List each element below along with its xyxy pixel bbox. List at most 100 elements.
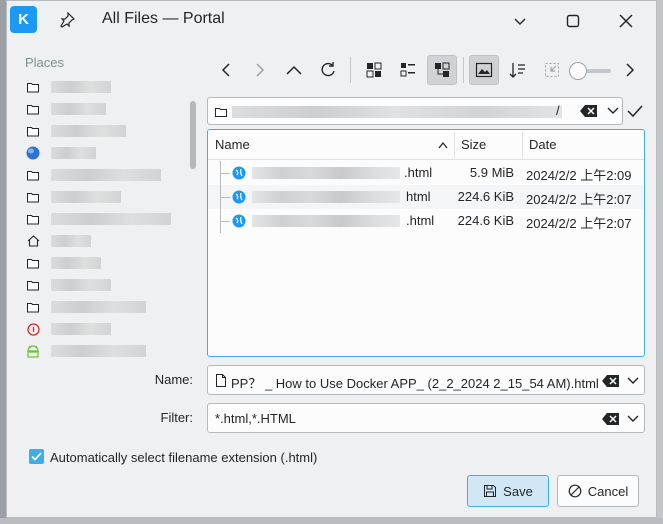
folder-icon: [26, 278, 40, 292]
file-row[interactable]: .html 224.6 KiB 2024/2/2 上午2:07: [208, 209, 644, 233]
folder-icon: [26, 300, 40, 314]
background-window-edge: [657, 0, 663, 518]
save-button-label: Save: [503, 483, 533, 499]
toolbar: [207, 53, 647, 87]
network-globe-icon: [26, 146, 40, 160]
parent-folder-icon[interactable]: [279, 55, 309, 85]
filename-combobox[interactable]: PP？ _ How to Use Docker APP_ (2_2_2024 2…: [207, 365, 645, 395]
cancel-icon: [568, 484, 582, 498]
clear-filter-icon[interactable]: [602, 412, 620, 426]
checkmark-icon: [31, 452, 42, 461]
location-path-blurred: [232, 106, 562, 118]
places-item[interactable]: [26, 165, 186, 185]
places-item-label-blurred: [51, 301, 146, 313]
places-title: Places: [25, 55, 65, 70]
filter-input[interactable]: *.html,*.HTML: [215, 411, 296, 426]
places-item-label-blurred: [51, 323, 111, 335]
save-button[interactable]: Save: [467, 475, 549, 507]
column-header-date[interactable]: Date: [522, 130, 644, 160]
places-item[interactable]: [26, 77, 186, 97]
zoom-slider-handle[interactable]: [569, 62, 587, 80]
column-header-name[interactable]: Name: [208, 130, 454, 160]
shrink-icon[interactable]: [537, 55, 567, 85]
cancel-button[interactable]: Cancel: [557, 475, 639, 507]
places-item[interactable]: [26, 231, 186, 251]
close-icon[interactable]: [615, 10, 637, 32]
icons-view-icon[interactable]: [359, 55, 389, 85]
compact-view-icon[interactable]: [393, 55, 423, 85]
android-icon: [26, 344, 40, 358]
home-icon: [26, 234, 40, 248]
places-item[interactable]: [26, 253, 186, 273]
file-date: 2024/2/2 上午2:09: [526, 168, 632, 183]
kde-app-icon[interactable]: K: [10, 6, 37, 33]
places-item-label-blurred: [51, 125, 126, 137]
filter-dropdown-icon[interactable]: [626, 412, 640, 426]
file-size: 5.9 MiB: [469, 165, 514, 180]
places-item[interactable]: [26, 319, 186, 339]
folder-icon: [26, 102, 40, 116]
places-item[interactable]: [26, 209, 186, 229]
places-item-label-blurred: [51, 147, 96, 159]
places-scrollbar[interactable]: [190, 101, 196, 169]
accept-location-icon[interactable]: [625, 101, 645, 121]
sort-icon[interactable]: [503, 55, 533, 85]
places-item[interactable]: [26, 121, 186, 141]
minimize-icon[interactable]: [509, 10, 531, 32]
more-icon[interactable]: [615, 55, 645, 85]
name-label: Name:: [154, 372, 193, 387]
preview-icon[interactable]: [469, 55, 499, 85]
save-icon: [484, 485, 497, 497]
clear-filename-icon[interactable]: [602, 374, 620, 388]
file-extension: .html: [404, 165, 433, 180]
folder-icon: [26, 124, 40, 138]
auto-extension-label[interactable]: Automatically select filename extension …: [50, 450, 317, 465]
places-item[interactable]: [26, 275, 186, 295]
document-icon: [216, 374, 226, 387]
places-item[interactable]: [26, 341, 186, 361]
maximize-icon[interactable]: [562, 10, 584, 32]
folder-icon: [26, 190, 40, 204]
folder-icon: [26, 80, 40, 94]
title-bar: K All Files — Portal: [7, 1, 656, 39]
places-item[interactable]: [26, 297, 186, 317]
folder-icon: [26, 168, 40, 182]
filter-combobox[interactable]: *.html,*.HTML: [207, 403, 645, 433]
file-row[interactable]: html 224.6 KiB 2024/2/2 上午2:07: [208, 185, 644, 209]
file-extension: .html: [406, 213, 435, 228]
places-item[interactable]: [26, 143, 186, 163]
file-date: 2024/2/2 上午2:07: [526, 216, 632, 231]
pin-icon[interactable]: [57, 10, 77, 30]
places-item[interactable]: [26, 187, 186, 207]
file-row[interactable]: .html 5.9 MiB 2024/2/2 上午2:09: [208, 161, 644, 185]
html-file-icon: [232, 166, 246, 180]
reload-icon[interactable]: [313, 55, 343, 85]
folder-icon: [26, 256, 40, 270]
folder-icon: [215, 108, 227, 117]
auto-extension-checkbox[interactable]: [29, 449, 44, 464]
file-extension: html: [406, 189, 431, 204]
clear-location-icon[interactable]: [580, 104, 598, 118]
file-size: 224.6 KiB: [457, 189, 514, 204]
filename-dropdown-icon[interactable]: [626, 374, 640, 388]
background-window-edge-bottom: [0, 518, 663, 524]
location-bar[interactable]: /: [207, 97, 623, 125]
tree-view-icon[interactable]: [427, 55, 457, 85]
places-item-label-blurred: [51, 81, 111, 93]
filename-input[interactable]: PP？ _ How to Use Docker APP_ (2_2_2024 2…: [231, 373, 599, 392]
cancel-button-label: Cancel: [587, 483, 629, 499]
column-header-size[interactable]: Size: [454, 130, 522, 160]
file-size: 224.6 KiB: [457, 213, 514, 228]
file-name-blurred: [252, 167, 400, 179]
location-trailing: /: [556, 103, 560, 118]
forward-icon[interactable]: [245, 55, 275, 85]
debian-icon: [26, 322, 40, 336]
places-item-label-blurred: [51, 279, 111, 291]
places-item[interactable]: [26, 99, 186, 119]
back-icon[interactable]: [211, 55, 241, 85]
location-dropdown-icon[interactable]: [606, 104, 620, 118]
places-panel: Places: [12, 43, 196, 363]
places-item-label-blurred: [51, 103, 106, 115]
file-list-view[interactable]: Name Size Date .html 5.9 MiB 2024/2/2 上午2:…: [207, 129, 645, 357]
window-title: All Files — Portal: [102, 10, 225, 27]
